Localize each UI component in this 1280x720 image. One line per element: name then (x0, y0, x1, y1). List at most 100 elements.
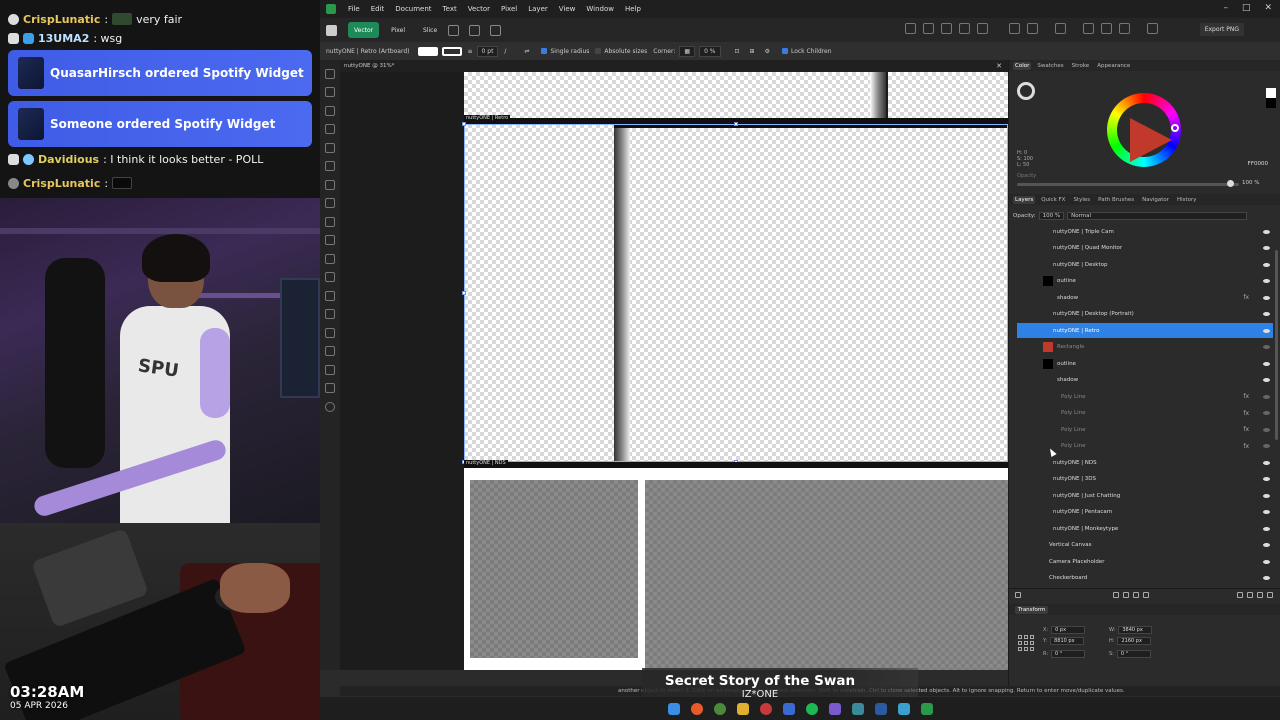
shear-field[interactable]: 0 ° (1116, 650, 1151, 658)
height-field[interactable]: 2160 px (1117, 637, 1152, 645)
delete-icon[interactable] (1267, 592, 1273, 598)
visibility-eye-icon[interactable] (1263, 295, 1270, 300)
menu-pixel[interactable]: Pixel (501, 5, 517, 13)
menu-document[interactable]: Document (395, 5, 431, 13)
obs-icon[interactable] (759, 702, 772, 715)
layer-row[interactable]: nuttyONE | Quad Monitor (1017, 241, 1273, 256)
boolean-add-icon[interactable] (905, 23, 916, 34)
visibility-eye-icon[interactable] (1263, 559, 1270, 564)
options-icon[interactable]: ⇌ (524, 48, 529, 55)
contour-tool-icon[interactable] (325, 105, 335, 116)
pen-tool-icon[interactable] (325, 161, 335, 171)
layer-row[interactable]: Camera Placeholder (1017, 554, 1273, 569)
fill-swatch[interactable] (417, 46, 438, 56)
layer-row[interactable]: Poly Line fx (1017, 406, 1273, 421)
layer-row[interactable]: nuttyONE | Pentacam (1017, 505, 1273, 520)
visibility-eye-icon[interactable] (1263, 378, 1270, 382)
visibility-eye-icon[interactable] (1263, 411, 1270, 415)
opacity-slider[interactable] (1017, 183, 1239, 186)
browser-icon[interactable] (690, 702, 703, 715)
layer-row[interactable]: outline (1017, 274, 1273, 289)
anchor-grid[interactable] (1017, 634, 1035, 652)
visibility-eye-icon[interactable] (1263, 229, 1270, 234)
layer-opacity-field[interactable]: 100 % (1038, 212, 1065, 220)
layer-row[interactable]: nuttyONE | Monkeytype (1017, 521, 1273, 536)
vector-brush-icon[interactable] (325, 198, 335, 208)
layer-row[interactable]: Poly Line fx (1017, 422, 1273, 437)
menu-text[interactable]: Text (443, 5, 457, 13)
menu-view[interactable]: View (559, 5, 576, 13)
ellipse-tool-icon[interactable] (325, 272, 335, 282)
resize-handle[interactable] (734, 122, 738, 126)
visibility-eye-icon[interactable] (1263, 576, 1270, 580)
close-icon[interactable]: ✕ (1264, 3, 1272, 13)
file-explorer-icon[interactable] (736, 702, 749, 715)
document-setup-icon[interactable] (469, 24, 481, 36)
flip-icon[interactable] (1027, 23, 1038, 34)
layer-row[interactable]: Rectangle (1017, 340, 1273, 355)
tab-swatches[interactable]: Swatches (1035, 62, 1065, 70)
visibility-eye-icon[interactable] (1263, 460, 1270, 465)
place-image-icon[interactable] (325, 309, 335, 319)
persona-slice[interactable]: Slice (417, 22, 443, 38)
tab-layers[interactable]: Layers (1013, 195, 1036, 204)
layer-options-icon[interactable] (1015, 592, 1021, 598)
maximize-icon[interactable]: □ (1242, 3, 1251, 13)
node-icon[interactable] (1009, 23, 1020, 34)
app-icon[interactable] (782, 702, 795, 715)
layer-row[interactable]: nuttyONE | Triple Cam (1017, 224, 1273, 239)
settings-icon[interactable]: ⚙ (765, 48, 770, 55)
corner-type-dropdown[interactable]: ▦ (679, 45, 696, 57)
layer-row[interactable]: nuttyONE | Desktop (Portrait) (1017, 307, 1273, 322)
visibility-eye-icon[interactable] (1263, 394, 1270, 399)
color-icon[interactable] (325, 401, 335, 412)
spotify-icon[interactable] (805, 702, 818, 715)
fill-tool-icon[interactable] (325, 216, 335, 227)
visibility-eye-icon[interactable] (1263, 444, 1270, 448)
tab-color[interactable]: Color (1013, 61, 1032, 70)
move-tool-icon[interactable] (325, 68, 335, 79)
color-wheel[interactable] (1107, 93, 1181, 167)
more-icon[interactable] (448, 24, 460, 36)
fx-icon[interactable]: fx (1243, 443, 1249, 450)
app-icon[interactable] (851, 702, 864, 715)
visibility-eye-icon[interactable] (1263, 477, 1270, 481)
visibility-eye-icon[interactable] (1263, 361, 1270, 366)
tab-quick-fx[interactable]: Quick FX (1039, 196, 1067, 204)
visibility-eye-icon[interactable] (1263, 493, 1270, 498)
fx-icon[interactable]: fx (1243, 426, 1249, 433)
point-transform-icon[interactable] (325, 142, 335, 153)
arrange-icon[interactable] (1083, 23, 1094, 34)
fx-icon[interactable]: fx (1243, 393, 1249, 400)
visibility-eye-icon[interactable] (1263, 246, 1270, 250)
visibility-eye-icon[interactable] (1263, 345, 1270, 349)
export-png-button[interactable]: Export PNG (1199, 23, 1244, 36)
canvas[interactable]: nuttyONE | Retro nuttyONE | NDS (340, 72, 1008, 670)
pencil-tool-icon[interactable] (325, 179, 335, 190)
affinity-designer-icon[interactable] (920, 702, 933, 715)
resize-handle[interactable] (462, 291, 466, 295)
persona-vector[interactable]: Vector (348, 22, 380, 38)
rectangle-tool-icon[interactable] (325, 253, 335, 264)
mask-icon[interactable] (1113, 592, 1119, 598)
stroke-style-icon[interactable]: ≡ (468, 48, 473, 55)
boolean-xor-icon[interactable] (959, 23, 970, 34)
snapping-icon[interactable] (490, 24, 502, 36)
hex-value[interactable]: FF0000 (1248, 161, 1268, 167)
app-icon[interactable] (828, 702, 841, 715)
layer-row[interactable]: Checkerboard (1017, 571, 1273, 586)
corner-value-field[interactable]: 0 % (699, 45, 721, 57)
fx-icon[interactable]: fx (1243, 294, 1249, 301)
visibility-eye-icon[interactable] (1263, 526, 1270, 531)
lock-children-checkbox[interactable]: Lock Children (781, 48, 832, 55)
menu-vector[interactable]: Vector (468, 5, 490, 13)
visibility-eye-icon[interactable] (1263, 427, 1270, 432)
zoom-tool-icon[interactable] (325, 383, 335, 393)
stroke-swatch[interactable] (441, 46, 462, 56)
width-field[interactable]: 3840 px (1118, 626, 1153, 634)
hand-tool-icon[interactable] (325, 364, 335, 375)
chrome-icon[interactable] (713, 702, 726, 715)
menu-file[interactable]: File (348, 5, 360, 13)
visibility-eye-icon[interactable] (1263, 262, 1270, 267)
add-group-icon[interactable] (1247, 592, 1253, 598)
